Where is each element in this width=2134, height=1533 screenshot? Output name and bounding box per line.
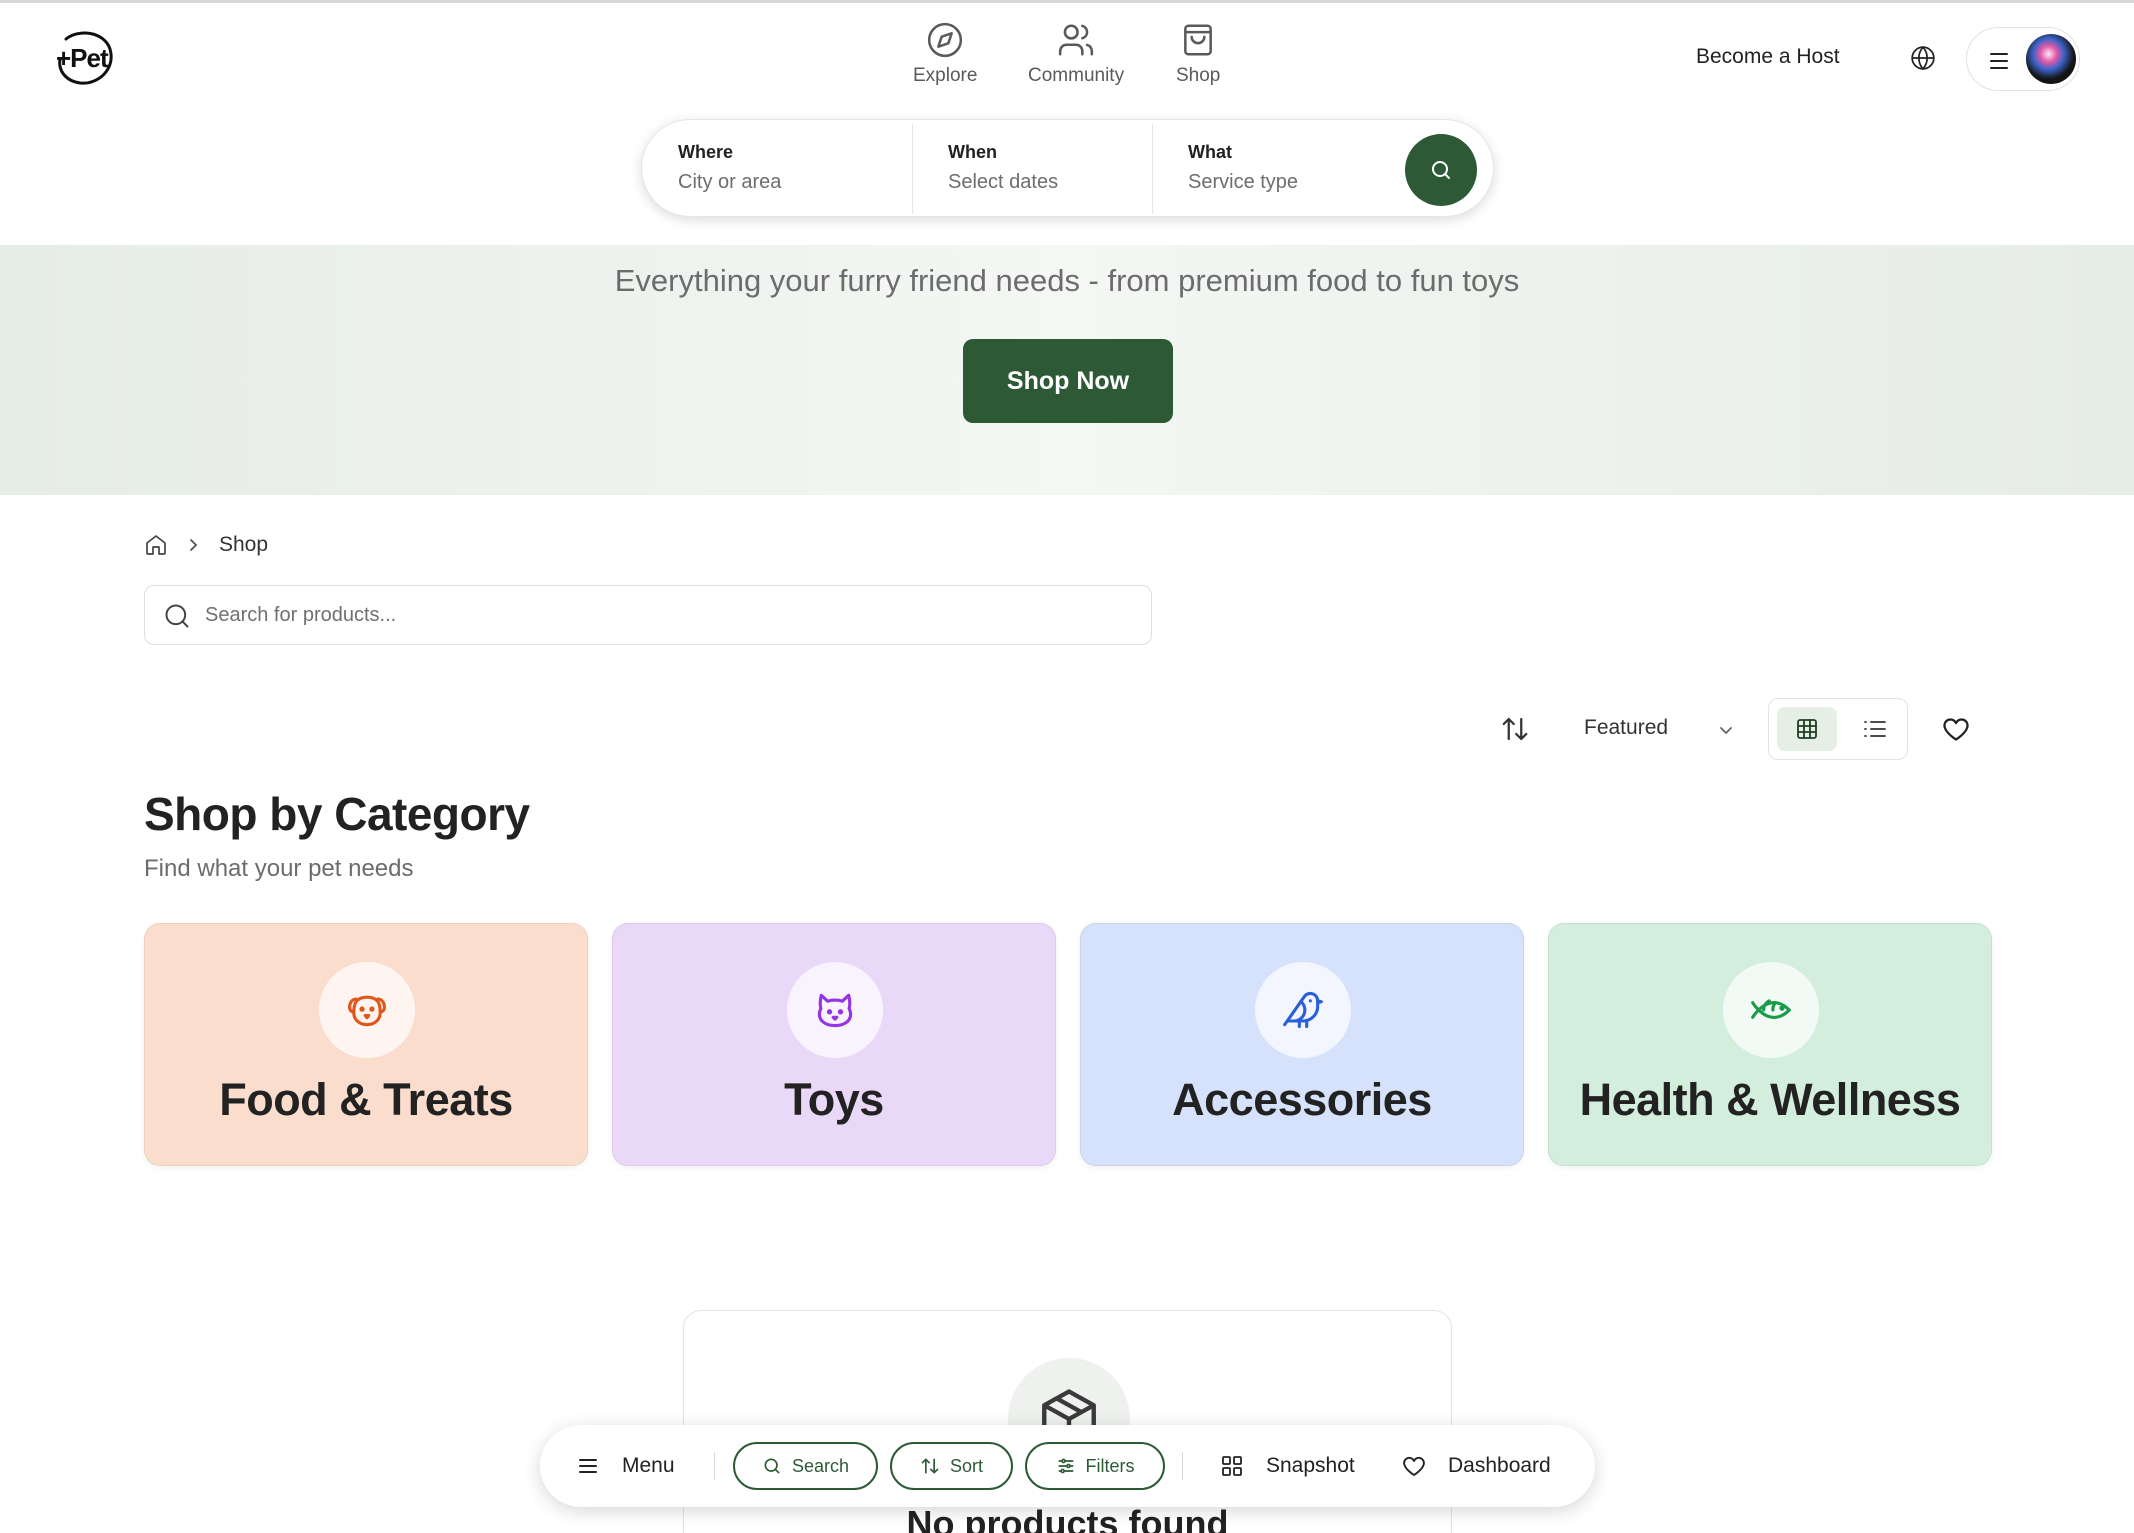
where-label: Where — [678, 142, 734, 162]
service-search-bar: Where City or area When Select dates Wha… — [641, 119, 1494, 217]
grid-squares-icon — [1222, 1456, 1242, 1476]
what-placeholder: Service type — [1188, 171, 1299, 193]
hero-subtitle: Everything your furry friend needs - fro… — [614, 263, 1520, 298]
what-label: What — [1188, 142, 1232, 162]
user-menu-button[interactable] — [1966, 27, 2080, 91]
sort-arrows-icon[interactable] — [1500, 714, 1530, 744]
snapshot-label: Snapshot — [1266, 1454, 1355, 1477]
category-label: Toys — [784, 1074, 884, 1125]
nav-explore-label: Explore — [913, 65, 978, 86]
home-icon[interactable] — [144, 533, 168, 557]
nav-explore[interactable]: Explore — [913, 21, 977, 87]
sort-pill-label: Sort — [949, 1455, 983, 1476]
users-icon — [1058, 24, 1094, 56]
view-toggle — [1768, 698, 1908, 760]
avatar — [2026, 34, 2076, 84]
category-icon-circle — [787, 962, 883, 1058]
bottom-action-bar: Menu Search Sort Filters Snapshot Dashbo… — [540, 1425, 1595, 1507]
sliders-icon — [1058, 1458, 1073, 1474]
filters-pill-label: Filters — [1085, 1455, 1135, 1476]
pet-logo[interactable]: +Pet — [52, 29, 116, 87]
sort-pill-button[interactable]: Sort — [890, 1442, 1013, 1490]
compass-icon — [928, 22, 963, 58]
section-subtitle: Find what your pet needs — [144, 855, 414, 882]
category-card-food-treats[interactable]: Food & Treats — [144, 923, 588, 1166]
chevron-right-icon — [190, 539, 198, 551]
section-title: Shop by Category — [144, 788, 530, 840]
filters-pill-button[interactable]: Filters — [1025, 1442, 1165, 1490]
snapshot-button[interactable]: Snapshot — [1220, 1425, 1355, 1507]
category-label: Accessories — [1172, 1074, 1432, 1125]
sort-select[interactable]: Featured — [1584, 716, 1668, 740]
search-what-field[interactable]: What Service type — [1152, 120, 1392, 216]
search-pill-button[interactable]: Search — [733, 1442, 878, 1490]
category-label: Food & Treats — [219, 1074, 513, 1125]
heart-icon[interactable] — [1942, 716, 1970, 742]
search-when-field[interactable]: When Select dates — [912, 120, 1152, 216]
shop-now-button[interactable]: Shop Now — [963, 339, 1173, 423]
bar-divider — [714, 1452, 715, 1480]
menu-button[interactable]: Menu — [576, 1425, 675, 1507]
sort-arrows-icon — [921, 1458, 939, 1474]
category-icon-circle — [1723, 962, 1819, 1058]
category-card-toys[interactable]: Toys — [612, 923, 1056, 1166]
where-placeholder: City or area — [678, 171, 782, 193]
nav-community-label: Community — [1028, 65, 1125, 86]
cat-icon — [817, 993, 853, 1028]
shopping-bag-icon — [1184, 24, 1213, 56]
grid-view-button[interactable] — [1777, 707, 1837, 751]
search-icon — [1432, 161, 1450, 179]
list-icon — [1864, 721, 1886, 737]
logo-text: +Pet — [56, 43, 109, 73]
bar-divider — [1182, 1452, 1183, 1480]
dashboard-button[interactable]: Dashboard — [1402, 1425, 1551, 1507]
dog-icon — [348, 995, 386, 1027]
breadcrumb-current: Shop — [219, 533, 269, 556]
nav-shop-label: Shop — [1176, 65, 1221, 86]
site-header: +Pet Explore Community Shop Become a Hos… — [0, 3, 2134, 245]
chevron-down-icon[interactable] — [1716, 720, 1736, 740]
grid-icon — [1797, 719, 1817, 739]
nav-community[interactable]: Community — [1028, 21, 1124, 87]
become-host-link[interactable]: Become a Host — [1696, 45, 1840, 69]
category-label: Health & Wellness — [1579, 1074, 1961, 1125]
nav-shop[interactable]: Shop — [1176, 21, 1220, 87]
hamburger-icon — [1990, 53, 2008, 69]
search-submit-button[interactable] — [1405, 134, 1477, 206]
globe-icon[interactable] — [1910, 45, 1936, 71]
menu-label: Menu — [622, 1454, 675, 1477]
shop-hero: Everything your furry friend needs - fro… — [0, 245, 2134, 495]
when-label: When — [948, 142, 997, 162]
category-card-health-wellness[interactable]: Health & Wellness — [1548, 923, 1992, 1166]
category-icon-circle — [1255, 962, 1351, 1058]
dashboard-label: Dashboard — [1448, 1454, 1551, 1477]
hamburger-icon — [579, 1459, 597, 1473]
bird-icon — [1283, 991, 1323, 1029]
search-where-field[interactable]: Where City or area — [642, 120, 912, 216]
category-card-accessories[interactable]: Accessories — [1080, 923, 1524, 1166]
list-view-button[interactable] — [1849, 707, 1901, 751]
empty-state-title: No products found — [906, 1503, 1229, 1533]
product-search-input[interactable] — [205, 596, 1105, 634]
heart-icon — [1403, 1456, 1425, 1476]
search-icon — [764, 1458, 780, 1474]
search-icon — [165, 604, 189, 628]
search-pill-label: Search — [791, 1455, 850, 1476]
fish-icon — [1751, 999, 1791, 1019]
product-search-box — [144, 585, 1152, 645]
category-icon-circle — [319, 962, 415, 1058]
when-placeholder: Select dates — [948, 171, 1059, 193]
